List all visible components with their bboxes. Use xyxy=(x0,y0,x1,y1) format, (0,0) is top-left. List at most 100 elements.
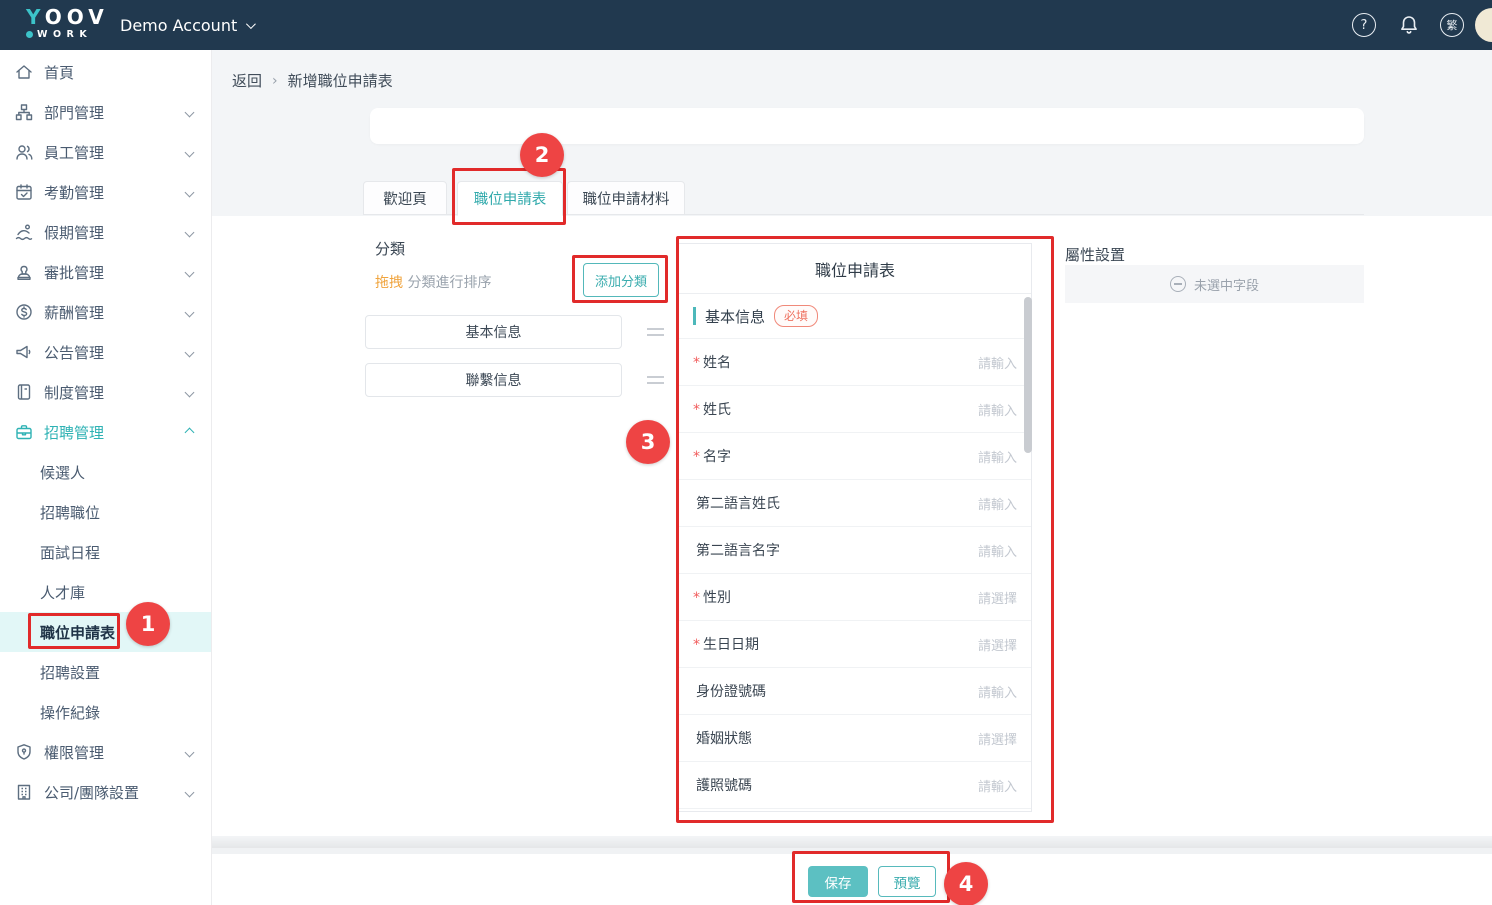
sidebar-item-staff[interactable]: 員工管理 xyxy=(0,132,211,172)
properties-empty-state: 未選中字段 xyxy=(1065,265,1364,303)
field-label: 身份證號碼 xyxy=(696,684,766,700)
sidebar-item-announcement[interactable]: 公告管理 xyxy=(0,332,211,372)
account-switcher[interactable]: Demo Account xyxy=(120,0,253,50)
section-name: 基本信息 xyxy=(705,306,765,327)
breadcrumb: 返回 › 新增職位申請表 xyxy=(232,70,393,91)
required-badge: 必填 xyxy=(774,305,818,327)
sidebar-item-label: 制度管理 xyxy=(44,382,104,403)
add-category-button[interactable]: 添加分類 xyxy=(583,263,659,297)
sidebar-item-approval[interactable]: 審批管理 xyxy=(0,252,211,292)
sidebar-item-label: 公司/團隊設置 xyxy=(44,782,139,803)
logo-word: WORK xyxy=(37,30,92,40)
chevron-down-icon xyxy=(185,347,195,357)
sidebar-item-label: 權限管理 xyxy=(44,742,104,763)
field-placeholder: 請選擇 xyxy=(978,588,1017,607)
sidebar-item-label: 公告管理 xyxy=(44,342,104,363)
book-icon xyxy=(14,382,34,402)
form-field-row xyxy=(679,809,1031,812)
building-icon xyxy=(14,782,34,802)
tab-job-application-form[interactable]: 職位申請表 xyxy=(457,181,563,216)
form-field-row[interactable]: 婚姻狀態 請選擇 xyxy=(679,715,1031,762)
field-placeholder: 請輸入 xyxy=(978,541,1017,560)
app-window: YOOV WORK Demo Account ? 繁 首頁 部門管理 xyxy=(0,0,1492,905)
tab-welcome-page[interactable]: 歡迎頁 xyxy=(363,181,447,215)
section-accent-bar xyxy=(693,307,696,325)
sidebar-item-payroll[interactable]: 薪酬管理 xyxy=(0,292,211,332)
chevron-down-icon xyxy=(185,747,195,757)
logo-dot-icon xyxy=(26,31,33,38)
sidebar-item-recruitment[interactable]: 招聘管理 xyxy=(0,412,211,452)
notifications-bell-icon[interactable] xyxy=(1397,13,1421,37)
people-icon xyxy=(14,142,34,162)
sidebar: 首頁 部門管理 員工管理 考勤管理 假期管理 審批管理 xyxy=(0,50,212,905)
category-section-title: 分類 xyxy=(375,238,405,259)
field-label: 生日日期 xyxy=(703,637,759,653)
field-placeholder: 請輸入 xyxy=(978,494,1017,513)
tab-job-application-materials[interactable]: 職位申請材料 xyxy=(567,181,685,215)
back-link[interactable]: 返回 xyxy=(232,70,262,91)
topbar: YOOV WORK Demo Account ? 繁 xyxy=(0,0,1492,50)
chevron-down-icon xyxy=(185,147,195,157)
sidebar-item-home[interactable]: 首頁 xyxy=(0,52,211,92)
logo-text-accent: Y xyxy=(26,5,45,29)
form-field-row[interactable]: 護照號碼 請輸入 xyxy=(679,762,1031,809)
sidebar-item-job-application-form[interactable]: 職位申請表 xyxy=(0,612,211,652)
breadcrumb-separator-icon: › xyxy=(272,73,278,89)
form-field-row[interactable]: *性別 請選擇 xyxy=(679,574,1031,621)
yoov-work-logo: YOOV WORK xyxy=(26,7,109,40)
user-avatar[interactable] xyxy=(1475,8,1492,42)
form-field-row[interactable]: 第二語言姓氏 請輸入 xyxy=(679,480,1031,527)
help-icon[interactable]: ? xyxy=(1352,13,1376,37)
field-placeholder: 請輸入 xyxy=(978,447,1017,466)
form-field-row[interactable]: 身份證號碼 請輸入 xyxy=(679,668,1031,715)
field-placeholder: 請選擇 xyxy=(978,729,1017,748)
form-field-row[interactable]: 第二語言名字 請輸入 xyxy=(679,527,1031,574)
field-placeholder: 請選擇 xyxy=(978,635,1017,654)
stamp-icon xyxy=(14,262,34,282)
sidebar-item-company-settings[interactable]: 公司/團隊設置 xyxy=(0,772,211,812)
category-item-basic-info[interactable]: 基本信息 xyxy=(365,315,622,349)
drag-hint-keyword: 拖拽 xyxy=(375,275,403,291)
field-placeholder: 請輸入 xyxy=(978,776,1017,795)
minus-circle-icon xyxy=(1170,276,1186,292)
sidebar-item-recruitment-settings[interactable]: 招聘設置 xyxy=(0,652,211,692)
field-label: 第二語言姓氏 xyxy=(696,496,780,512)
sidebar-item-attendance[interactable]: 考勤管理 xyxy=(0,172,211,212)
language-toggle-icon[interactable]: 繁 xyxy=(1440,13,1464,37)
form-field-row[interactable]: *姓名 請輸入 xyxy=(679,339,1031,386)
vacation-icon xyxy=(14,222,34,242)
sidebar-item-job-openings[interactable]: 招聘職位 xyxy=(0,492,211,532)
form-section-header[interactable]: 基本信息 必填 xyxy=(679,294,1031,339)
account-name: Demo Account xyxy=(120,16,237,35)
form-field-row[interactable]: *姓氏 請輸入 xyxy=(679,386,1031,433)
preview-button[interactable]: 預覽 xyxy=(878,866,936,897)
form-field-row[interactable]: *生日日期 請選擇 xyxy=(679,621,1031,668)
properties-empty-text: 未選中字段 xyxy=(1194,275,1259,294)
sidebar-item-talent-pool[interactable]: 人才庫 xyxy=(0,572,211,612)
sidebar-item-operation-log[interactable]: 操作紀錄 xyxy=(0,692,211,732)
field-label: 婚姻狀態 xyxy=(696,731,752,747)
sidebar-item-candidates[interactable]: 候選人 xyxy=(0,452,211,492)
page-title: 新增職位申請表 xyxy=(288,70,393,91)
required-asterisk: * xyxy=(693,355,700,371)
sidebar-item-departments[interactable]: 部門管理 xyxy=(0,92,211,132)
sidebar-item-permissions[interactable]: 權限管理 xyxy=(0,732,211,772)
panel-scrollbar-thumb[interactable] xyxy=(1024,297,1032,453)
required-asterisk: * xyxy=(693,449,700,465)
sidebar-item-label: 審批管理 xyxy=(44,262,104,283)
sidebar-item-label: 假期管理 xyxy=(44,222,104,243)
form-field-row[interactable]: *名字 請輸入 xyxy=(679,433,1031,480)
chevron-down-icon xyxy=(185,267,195,277)
field-label: 姓氏 xyxy=(703,402,731,418)
field-placeholder: 請輸入 xyxy=(978,682,1017,701)
sidebar-item-interview-schedule[interactable]: 面試日程 xyxy=(0,532,211,572)
properties-panel-title: 屬性設置 xyxy=(1065,244,1125,265)
save-button[interactable]: 保存 xyxy=(808,866,868,897)
drag-handle-icon[interactable] xyxy=(647,328,664,336)
category-item-contact-info[interactable]: 聯繫信息 xyxy=(365,363,622,397)
drag-handle-icon[interactable] xyxy=(647,376,664,384)
shield-icon xyxy=(14,742,34,762)
sidebar-item-policy[interactable]: 制度管理 xyxy=(0,372,211,412)
sidebar-item-label: 員工管理 xyxy=(44,142,104,163)
sidebar-item-holiday[interactable]: 假期管理 xyxy=(0,212,211,252)
